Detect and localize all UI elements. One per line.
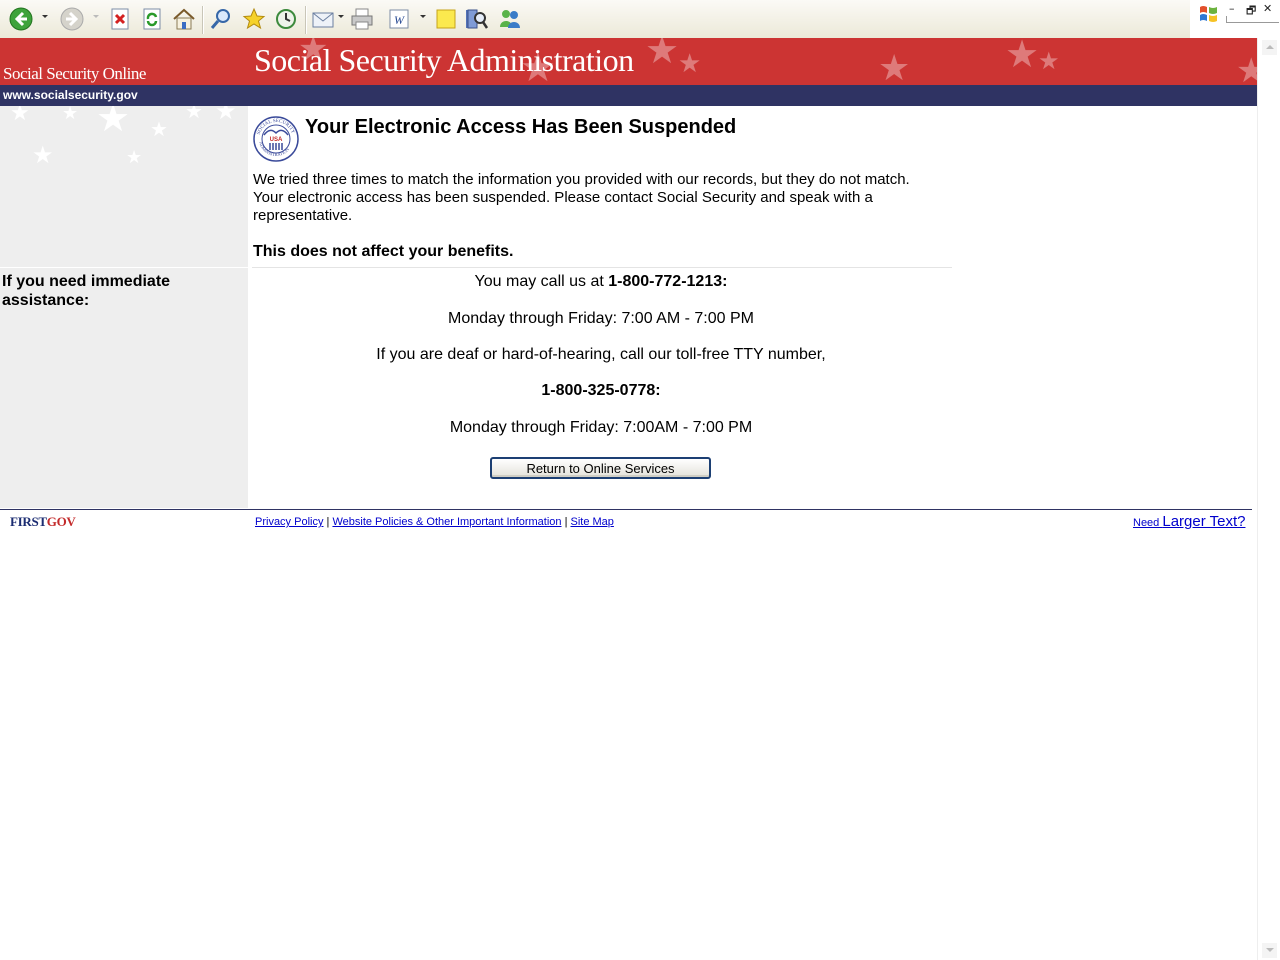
site-url[interactable]: www.socialsecurity.gov xyxy=(3,88,138,102)
history-icon[interactable] xyxy=(272,5,300,33)
decorative-star-icon: ★ xyxy=(150,119,168,141)
privacy-policy-link[interactable]: Privacy Policy xyxy=(255,516,323,528)
tty-number: 1-800-325-0778: xyxy=(541,382,661,399)
website-policies-link[interactable]: Website Policies & Other Important Infor… xyxy=(332,516,561,528)
decorative-star-icon: ★ xyxy=(185,106,203,123)
larger-text-prefix: Need xyxy=(1133,517,1163,529)
banner-star-icon: ★ xyxy=(678,48,702,78)
banner-star-icon: ★ xyxy=(878,47,911,86)
forward-dropdown-icon[interactable] xyxy=(93,15,99,18)
svg-text:USA: USA xyxy=(270,137,283,143)
benefits-note: This does not affect your benefits. xyxy=(253,243,514,260)
banner-star-icon: ★ xyxy=(1005,38,1040,76)
vertical-scrollbar[interactable] xyxy=(1257,38,1280,960)
firstgov-logo-gov: GOV xyxy=(46,514,76,529)
tty-hours: Monday through Friday: 7:00AM - 7:00 PM xyxy=(449,419,753,436)
home-icon[interactable] xyxy=(170,5,198,33)
site-map-link[interactable]: Site Map xyxy=(571,516,614,528)
left-sidebar: ★ ★ ★ ★ ★ ★ ★ ★ If you need immediate as… xyxy=(0,106,248,508)
larger-text-label: Larger Text? xyxy=(1162,513,1246,530)
site-url-bar: www.socialsecurity.gov xyxy=(0,85,1257,106)
refresh-icon[interactable] xyxy=(138,5,166,33)
decorative-star-icon: ★ xyxy=(62,106,79,123)
decorative-star-icon: ★ xyxy=(10,106,30,125)
scroll-down-arrow-icon[interactable] xyxy=(1262,943,1277,958)
decorative-star-icon: ★ xyxy=(215,106,237,125)
address-field-stub[interactable] xyxy=(1226,16,1279,23)
stop-icon[interactable] xyxy=(106,5,134,33)
scroll-up-arrow-icon[interactable] xyxy=(1262,40,1277,55)
footer-divider xyxy=(0,509,1252,510)
ssa-seal-logo: SOCIAL SECURITY ADMINISTRATION USA xyxy=(252,115,300,163)
site-banner: ★ ★ ★ ★ ★ ★ ★ ★ Social Security Online S… xyxy=(0,38,1257,85)
banner-star-icon: ★ xyxy=(645,38,680,72)
footer-links: Privacy Policy | Website Policies & Othe… xyxy=(255,516,614,528)
research-icon[interactable] xyxy=(462,5,490,33)
mail-dropdown-icon[interactable] xyxy=(338,15,344,18)
svg-text:W: W xyxy=(394,13,405,27)
larger-text-link[interactable]: Need Larger Text? xyxy=(1133,513,1245,531)
word-document-icon[interactable]: W xyxy=(385,5,413,33)
windows-flag-icon xyxy=(1198,4,1220,29)
back-arrow-icon[interactable] xyxy=(7,5,35,33)
sticky-note-icon[interactable] xyxy=(432,5,460,33)
close-button[interactable]: ✕ xyxy=(1263,2,1272,15)
call-prefix: You may call us at xyxy=(474,273,609,290)
printer-icon[interactable] xyxy=(348,5,376,33)
link-separator: | xyxy=(561,516,571,528)
firstgov-logo[interactable]: FIRSTGOV xyxy=(10,514,76,530)
return-to-online-services-button[interactable]: Return to Online Services xyxy=(490,457,711,479)
browser-toolbar: W xyxy=(0,0,1190,39)
content-divider xyxy=(252,267,952,268)
messenger-icon[interactable] xyxy=(496,5,524,33)
agency-title: Social Security Administration xyxy=(254,42,634,78)
firstgov-logo-first: FIRST xyxy=(10,514,47,529)
banner-star-icon: ★ xyxy=(1038,48,1060,75)
minimize-button[interactable]: – xyxy=(1229,2,1235,15)
star-icon[interactable] xyxy=(240,5,268,33)
suspension-message: We tried three times to match the inform… xyxy=(253,171,910,224)
call-us-line: You may call us at 1-800-772-1213: xyxy=(252,273,950,291)
phone-hours: Monday through Friday: 7:00 AM - 7:00 PM xyxy=(448,310,754,327)
tty-info: If you are deaf or hard-of-hearing, call… xyxy=(376,346,826,363)
magnifier-icon[interactable] xyxy=(207,5,235,33)
page-title: Your Electronic Access Has Been Suspende… xyxy=(305,116,737,138)
decorative-star-icon: ★ xyxy=(126,147,143,167)
back-dropdown-icon[interactable] xyxy=(42,15,48,18)
envelope-icon[interactable] xyxy=(310,5,338,33)
sidebar-divider xyxy=(0,267,248,268)
site-name[interactable]: Social Security Online xyxy=(3,64,146,84)
forward-arrow-icon[interactable] xyxy=(58,5,86,33)
decorative-star-icon: ★ xyxy=(32,142,54,169)
banner-star-icon: ★ xyxy=(1236,52,1257,85)
assistance-heading: If you need immediate assistance: xyxy=(2,273,171,309)
edit-dropdown-icon[interactable] xyxy=(420,15,426,18)
phone-number: 1-800-772-1213: xyxy=(608,273,728,290)
decorative-star-icon: ★ xyxy=(96,106,131,140)
